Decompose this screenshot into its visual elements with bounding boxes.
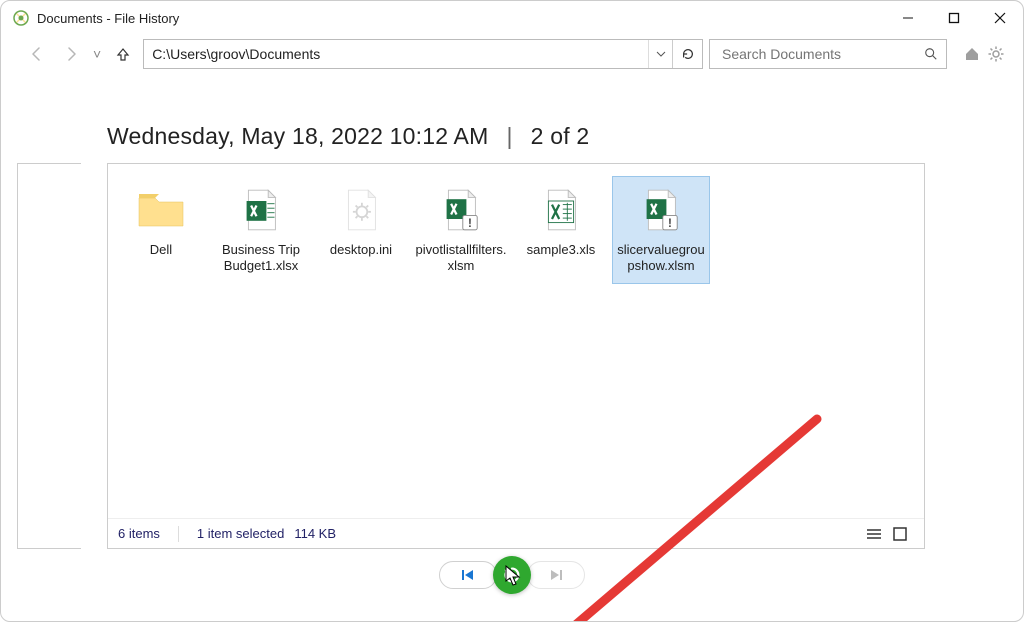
search-icon[interactable] — [922, 47, 940, 61]
status-bar: 6 items 1 item selected 114 KB — [108, 518, 924, 548]
titlebar: Documents - File History — [1, 1, 1023, 35]
window-title: Documents - File History — [37, 11, 179, 26]
file-label: pivotlistallfilters.xlsm — [415, 242, 507, 275]
home-icon[interactable] — [961, 43, 983, 65]
file-item[interactable]: Business Trip Budget1.xlsx — [212, 176, 310, 284]
address-input[interactable] — [144, 40, 648, 68]
file-label: sample3.xls — [527, 242, 596, 258]
back-button[interactable] — [23, 40, 51, 68]
file-item[interactable]: Dell — [112, 176, 210, 284]
file-label: slicervaluegroupshow.xlsm — [615, 242, 707, 275]
file-label: Dell — [150, 242, 172, 258]
svg-text:!: ! — [468, 217, 472, 230]
view-icons-icon[interactable] — [890, 526, 910, 542]
search-box — [709, 39, 947, 69]
folder-icon — [131, 180, 191, 240]
excel-legacy-icon — [531, 180, 591, 240]
status-separator — [178, 526, 179, 542]
address-bar — [143, 39, 703, 69]
file-item[interactable]: desktop.ini — [312, 176, 410, 284]
header-separator: | — [506, 123, 512, 150]
file-item[interactable]: sample3.xls — [512, 176, 610, 284]
settings-file-icon — [331, 180, 391, 240]
file-item[interactable]: ! pivotlistallfilters.xlsm — [412, 176, 510, 284]
maximize-button[interactable] — [931, 1, 977, 35]
file-label: desktop.ini — [330, 242, 392, 258]
status-size: 114 KB — [294, 526, 336, 541]
address-dropdown-button[interactable] — [648, 40, 672, 68]
up-button[interactable] — [109, 40, 137, 68]
snapshot-position: 2 of 2 — [531, 123, 590, 150]
file-item-selected[interactable]: ! slicervaluegroupshow.xlsm — [612, 176, 710, 284]
file-panel: Dell Business Trip Budget1.xlsx — [107, 163, 925, 549]
search-input[interactable] — [720, 45, 922, 63]
file-grid: Dell Business Trip Budget1.xlsx — [108, 164, 924, 296]
nav-toolbar: ˅ — [1, 35, 1023, 75]
forward-button[interactable] — [57, 40, 85, 68]
gear-icon[interactable] — [985, 43, 1007, 65]
next-version-button[interactable] — [527, 561, 585, 589]
snapshot-header: Wednesday, May 18, 2022 10:12 AM | 2 of … — [107, 123, 925, 150]
history-nav — [17, 553, 1007, 597]
window-frame: Documents - File History ˅ — [0, 0, 1024, 622]
status-selection: 1 item selected — [197, 526, 284, 541]
app-icon — [13, 10, 29, 26]
excel-macro-icon: ! — [431, 180, 491, 240]
excel-icon — [231, 180, 291, 240]
excel-macro-icon: ! — [631, 180, 691, 240]
file-label: Business Trip Budget1.xlsx — [216, 242, 306, 275]
view-details-icon[interactable] — [864, 526, 884, 542]
minimize-button[interactable] — [885, 1, 931, 35]
svg-text:!: ! — [668, 217, 672, 230]
refresh-button[interactable] — [672, 40, 702, 68]
snapshot-timestamp: Wednesday, May 18, 2022 10:12 AM — [107, 123, 488, 150]
left-rail — [17, 163, 81, 549]
previous-version-button[interactable] — [439, 561, 497, 589]
restore-button[interactable] — [493, 556, 531, 594]
window-controls — [885, 1, 1023, 35]
status-count: 6 items — [118, 526, 160, 541]
nav-separator: ˅ — [91, 46, 103, 62]
close-button[interactable] — [977, 1, 1023, 35]
